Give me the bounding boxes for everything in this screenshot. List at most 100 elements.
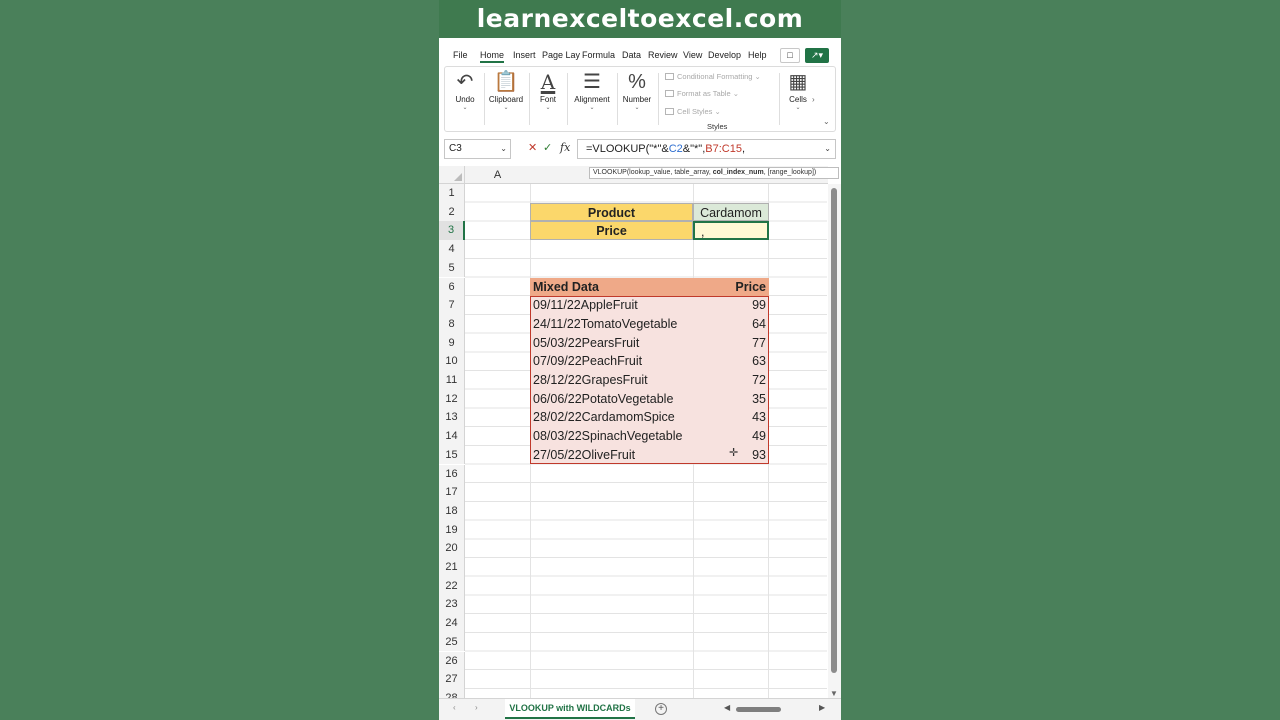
scroll-down-icon[interactable]: ▼ — [830, 689, 838, 698]
row-header-5[interactable]: 5 — [439, 258, 465, 278]
clipboard-group[interactable]: 📋 Clipboard ⌄ — [487, 69, 525, 129]
horizontal-scroll-thumb[interactable] — [736, 707, 781, 712]
cell-styles-icon — [665, 108, 674, 115]
row-header-16[interactable]: 16 — [439, 464, 465, 484]
row-header-23[interactable]: 23 — [439, 595, 465, 615]
add-sheet-icon[interactable]: + — [655, 703, 667, 715]
chevron-down-icon: ⌄ — [795, 105, 801, 111]
chevron-down-icon[interactable]: ⌄ — [824, 140, 831, 158]
row-header-10[interactable]: 10 — [439, 352, 465, 371]
comments-icon[interactable]: □ — [780, 48, 800, 63]
row-header-18[interactable]: 18 — [439, 501, 465, 521]
tab-help[interactable]: Help — [748, 50, 767, 60]
tab-data[interactable]: Data — [622, 50, 641, 60]
cells-group[interactable]: ▦ Cells ⌄ — [783, 69, 813, 129]
cell-styles-label: Cell Styles — [677, 107, 713, 116]
row-header-3[interactable]: 3 — [439, 221, 465, 241]
next-sheet-icon[interactable]: › — [475, 703, 478, 712]
row-header-11[interactable]: 11 — [439, 371, 465, 390]
row-header-4[interactable]: 4 — [439, 240, 465, 259]
number-icon: % — [628, 71, 646, 93]
row-header-22[interactable]: 22 — [439, 576, 465, 596]
tooltip-text: , [range_lookup]) — [763, 169, 817, 176]
sheet-tab-bar: ‹ › VLOOKUP with WILDCARDs + ◀ ▶ — [439, 698, 841, 720]
undo-group[interactable]: ↶ Undo ⌄ — [449, 69, 481, 129]
row-header-27[interactable]: 27 — [439, 670, 465, 689]
format-as-table-button[interactable]: Format as Table ⌄ — [665, 89, 739, 98]
tab-home[interactable]: Home — [480, 50, 505, 63]
insert-function-icon[interactable]: fx — [560, 141, 570, 154]
format-as-table-label: Format as Table — [677, 89, 731, 98]
row-header-25[interactable]: 25 — [439, 632, 465, 652]
share-icon[interactable]: ↗▾ — [805, 48, 829, 63]
horizontal-scrollbar[interactable]: ◀ ▶ — [724, 703, 825, 715]
tab-page-layout[interactable]: Page Lay — [542, 50, 580, 60]
row-header-26[interactable]: 26 — [439, 651, 465, 671]
font-group[interactable]: A Font ⌄ — [533, 69, 563, 129]
column-header-a[interactable]: A — [465, 166, 530, 184]
ribbon-separator — [658, 73, 659, 125]
formula-bar: C3 ⌄ ✕ ✓ fx =VLOOKUP("*"&C2&"*",B7:C15, … — [444, 139, 836, 159]
font-label: Font — [539, 95, 556, 104]
clipboard-label: Clipboard — [488, 95, 524, 104]
product-label-cell[interactable]: Product — [530, 202, 693, 222]
expand-ribbon-icon[interactable]: ⌄ — [823, 117, 830, 126]
enter-icon[interactable]: ✓ — [543, 141, 552, 154]
ribbon-separator — [779, 73, 780, 125]
row-header-13[interactable]: 13 — [439, 408, 465, 428]
scroll-left-icon[interactable]: ◀ — [724, 703, 730, 712]
table-header-mixed[interactable]: Mixed Data — [530, 277, 693, 297]
chevron-down-icon: ⌄ — [545, 105, 551, 111]
table-header-price[interactable]: Price — [693, 277, 769, 297]
row-header-15[interactable]: 15 — [439, 445, 465, 465]
price-value-cell-active[interactable]: , — [693, 221, 769, 241]
product-value-cell[interactable]: Cardamom — [693, 202, 769, 222]
tab-file[interactable]: File — [453, 50, 468, 60]
row-header-17[interactable]: 17 — [439, 483, 465, 502]
select-all-corner[interactable] — [439, 166, 465, 184]
row-header-12[interactable]: 12 — [439, 389, 465, 409]
conditional-formatting-button[interactable]: Conditional Formatting ⌄ — [665, 72, 761, 81]
row-header-19[interactable]: 19 — [439, 520, 465, 540]
row-header-7[interactable]: 7 — [439, 296, 465, 315]
alignment-group[interactable]: ☰ Alignment ⌄ — [570, 69, 614, 129]
function-tooltip: VLOOKUP(lookup_value, table_array, col_i… — [589, 167, 839, 179]
price-label-cell[interactable]: Price — [530, 221, 693, 241]
undo-label: Undo — [455, 95, 475, 104]
row-header-8[interactable]: 8 — [439, 314, 465, 334]
vertical-scrollbar[interactable]: ▼ — [828, 184, 841, 698]
sheet-tab-vlookup[interactable]: VLOOKUP with WILDCARDs — [505, 699, 635, 719]
cancel-icon[interactable]: ✕ — [528, 141, 537, 154]
row-header-21[interactable]: 21 — [439, 558, 465, 577]
spreadsheet-grid[interactable]: A 1 2 3 4 5 6 7 8 9 10 11 12 13 14 15 16 17 18 19 20 21 22 23 2… — [439, 166, 841, 698]
vertical-scroll-thumb[interactable] — [831, 188, 837, 673]
chevron-down-icon: ⌄ — [503, 105, 509, 111]
styles-group-label: Styles — [707, 122, 728, 131]
scroll-right-icon[interactable]: ▶ — [819, 703, 825, 712]
row-header-9[interactable]: 9 — [439, 333, 465, 353]
tab-formulas[interactable]: Formula — [582, 50, 615, 60]
tab-developer[interactable]: Develop — [708, 50, 741, 60]
undo-icon: ↶ — [456, 71, 474, 93]
number-group[interactable]: % Number ⌄ — [619, 69, 655, 129]
previous-sheet-icon[interactable]: ‹ — [453, 703, 456, 712]
row-header-2[interactable]: 2 — [439, 202, 465, 222]
name-box-value: C3 — [449, 143, 462, 154]
formula-input[interactable]: =VLOOKUP("*"&C2&"*",B7:C15, ⌄ — [577, 139, 836, 159]
chevron-down-icon[interactable]: ⌄ — [500, 140, 507, 158]
row-header-1[interactable]: 1 — [439, 184, 465, 203]
cell-styles-button[interactable]: Cell Styles ⌄ — [665, 107, 721, 116]
excel-window: learnexceltoexcel.com File Home Insert P… — [439, 0, 841, 720]
tab-insert[interactable]: Insert — [513, 50, 536, 60]
row-header-28[interactable]: 28 — [439, 688, 465, 698]
font-icon: A — [540, 70, 556, 94]
name-box[interactable]: C3 ⌄ — [444, 139, 511, 159]
chevron-right-icon[interactable]: › — [812, 95, 815, 104]
chevron-down-icon: ⌄ — [634, 105, 640, 111]
row-header-24[interactable]: 24 — [439, 614, 465, 633]
tab-view[interactable]: View — [683, 50, 702, 60]
row-header-14[interactable]: 14 — [439, 427, 465, 446]
row-header-6[interactable]: 6 — [439, 277, 465, 297]
row-header-20[interactable]: 20 — [439, 539, 465, 558]
tab-review[interactable]: Review — [648, 50, 678, 60]
